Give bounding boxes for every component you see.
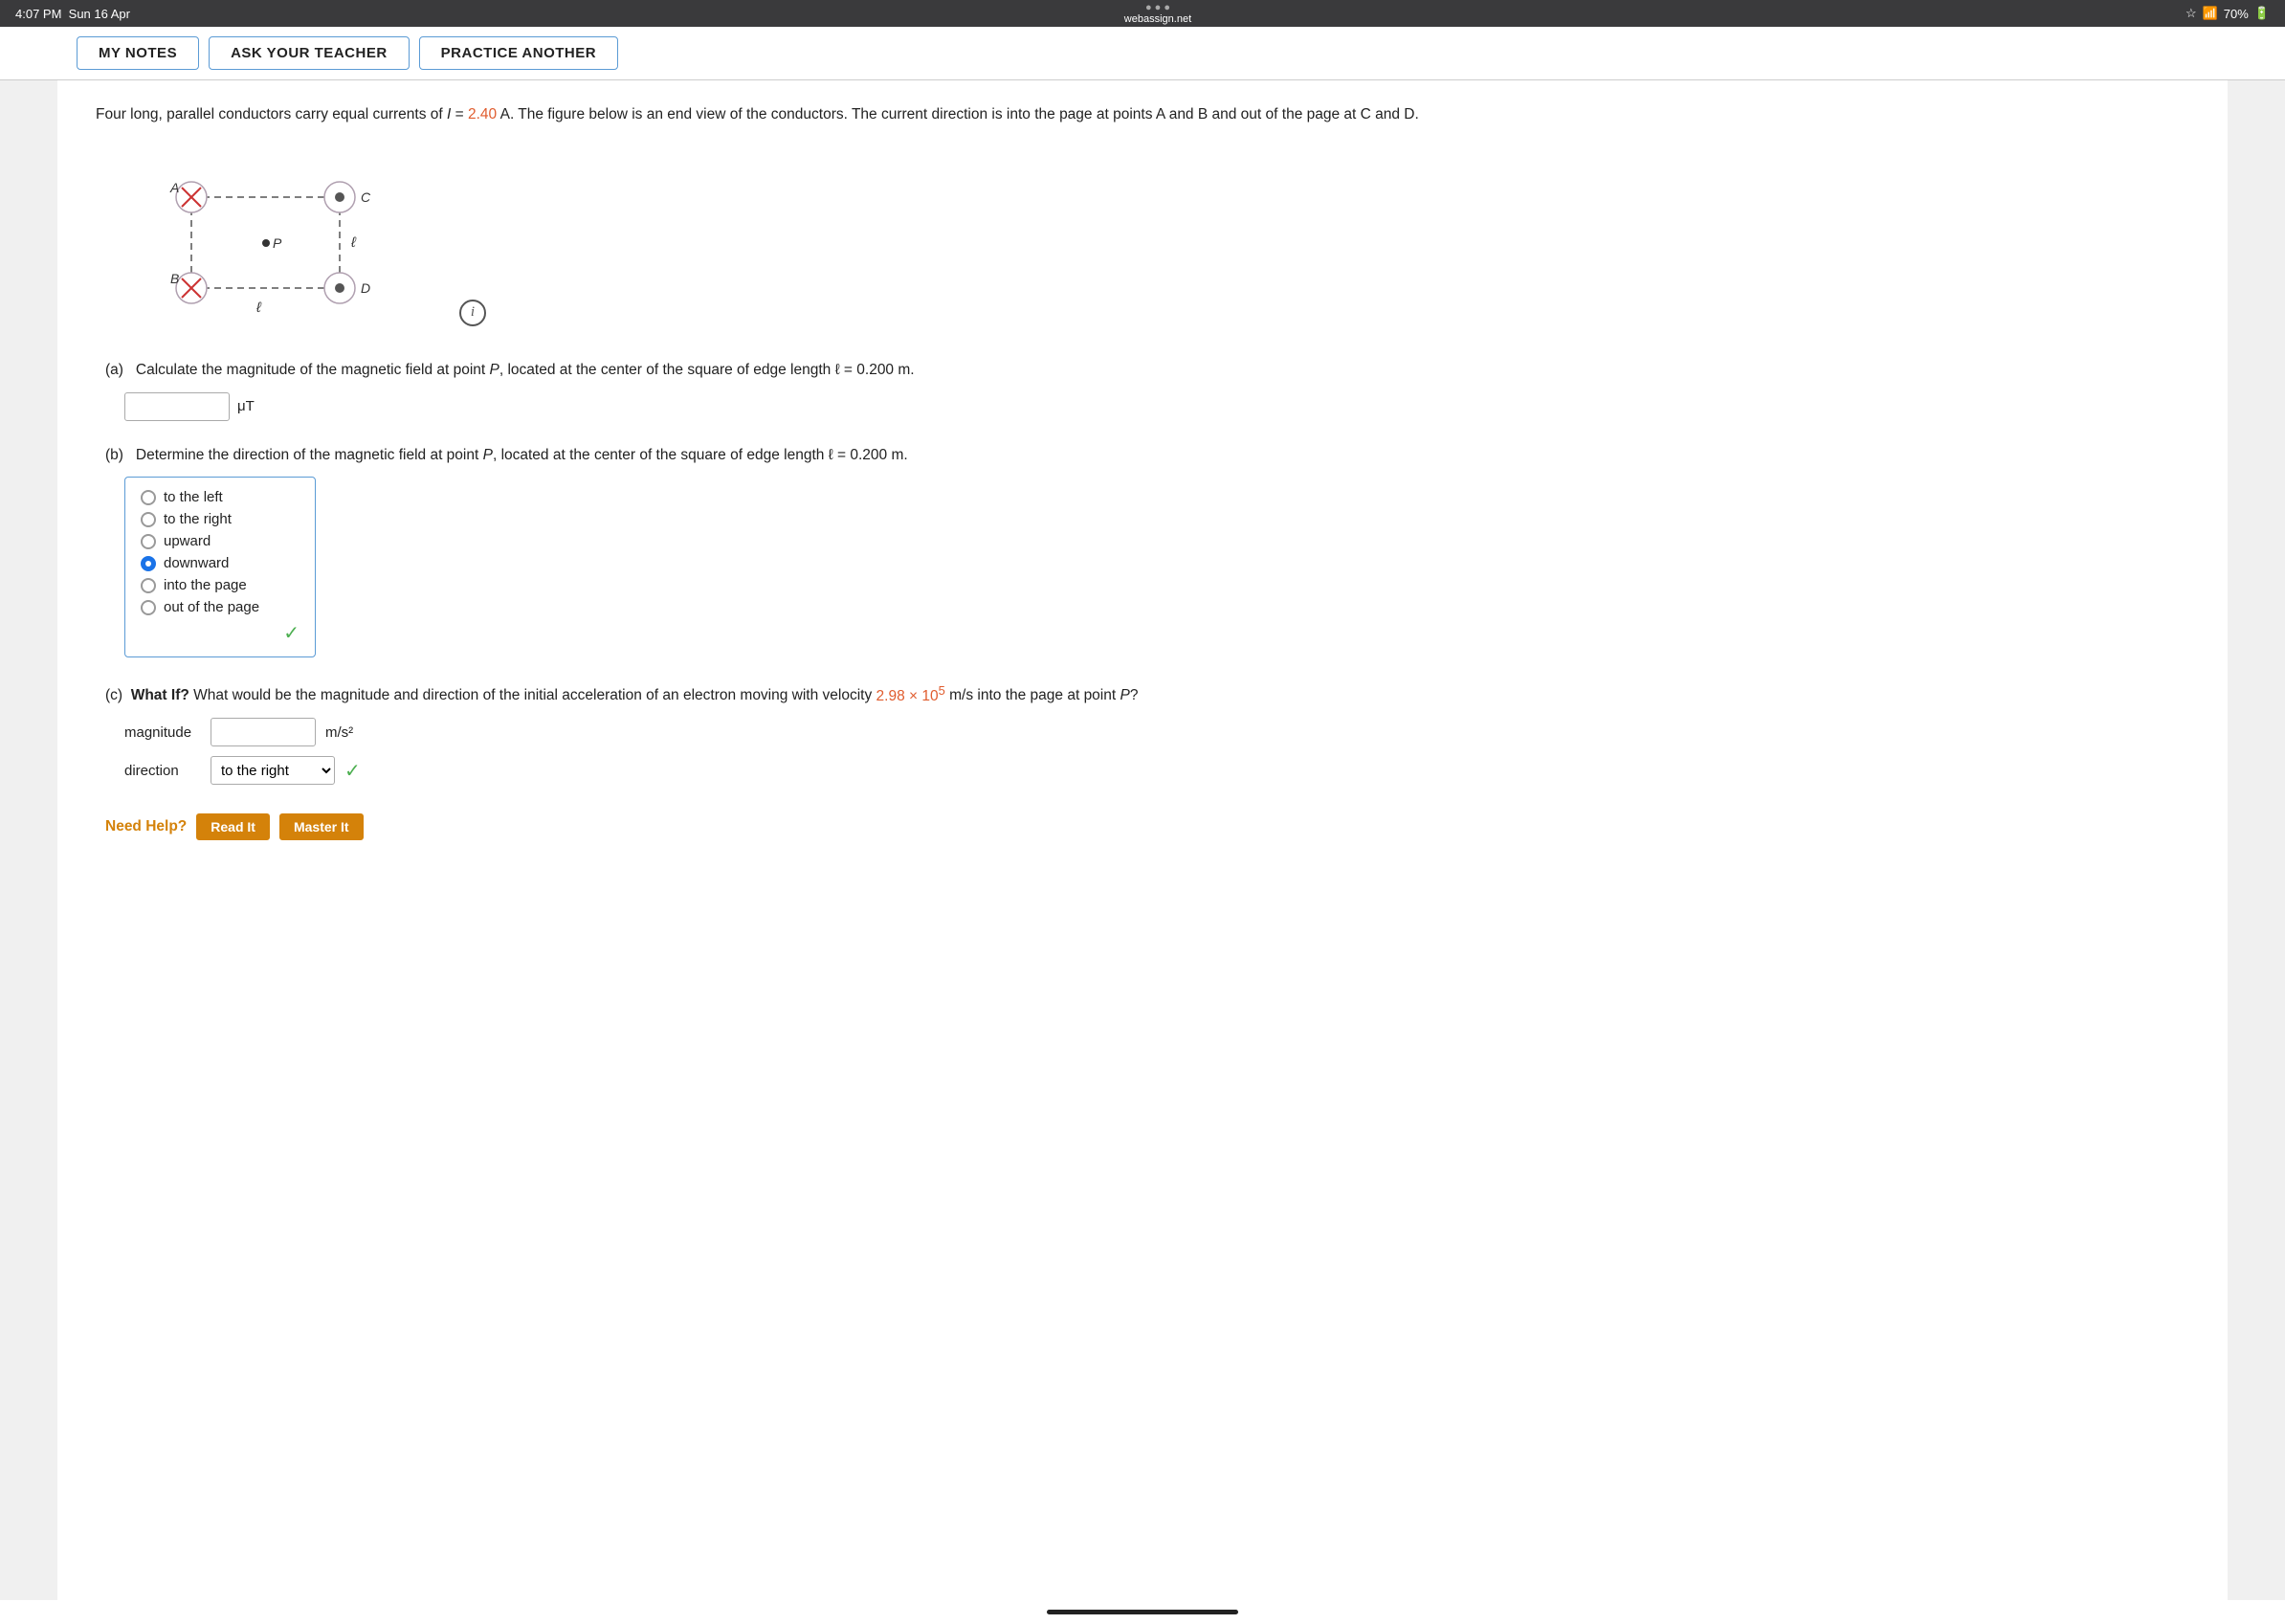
- direction-label: direction: [124, 763, 201, 779]
- physics-diagram: A C B D P ℓ ℓ: [153, 145, 402, 336]
- status-bar: 4:07 PM Sun 16 Apr ● ● ● webassign.net ☆…: [0, 0, 2285, 27]
- read-it-button[interactable]: Read It: [196, 813, 270, 840]
- part-b-check-icon: ✓: [141, 621, 299, 645]
- need-help-row: Need Help? Read It Master It: [105, 813, 2189, 840]
- scroll-indicator: [0, 1600, 2285, 1624]
- magnitude-input[interactable]: [124, 392, 230, 421]
- radio-circle-into-page: [141, 578, 156, 593]
- practice-another-button[interactable]: PRACTICE ANOTHER: [419, 36, 618, 70]
- need-help-label: Need Help?: [105, 818, 187, 835]
- scroll-bar: [1047, 1610, 1238, 1614]
- radio-circle-downward: [141, 556, 156, 571]
- radio-upward[interactable]: upward: [141, 533, 299, 549]
- radio-out-of-page[interactable]: out of the page: [141, 599, 299, 615]
- my-notes-button[interactable]: MY NOTES: [77, 36, 199, 70]
- magnitude-c-input[interactable]: [211, 718, 316, 746]
- svg-text:P: P: [273, 235, 282, 251]
- radio-downward[interactable]: downward: [141, 555, 299, 571]
- status-url: ● ● ● webassign.net: [1124, 2, 1191, 25]
- info-icon[interactable]: i: [459, 300, 486, 326]
- magnitude-row: magnitude m/s²: [124, 718, 2189, 746]
- svg-text:C: C: [361, 189, 371, 205]
- part-a-section: (a) Calculate the magnitude of the magne…: [105, 359, 2189, 421]
- direction-row: direction to the left to the right upwar…: [124, 756, 2189, 785]
- svg-text:B: B: [170, 271, 179, 286]
- problem-statement: Four long, parallel conductors carry equ…: [96, 103, 2189, 127]
- part-a-label: (a) Calculate the magnitude of the magne…: [105, 359, 2189, 383]
- part-c-label: (c) What If? What would be the magnitude…: [105, 680, 2189, 708]
- radio-circle-right: [141, 512, 156, 527]
- radio-circle-out-of-page: [141, 600, 156, 615]
- diagram-container: A C B D P ℓ ℓ i: [153, 145, 2189, 336]
- status-time: 4:07 PM Sun 16 Apr: [15, 7, 130, 21]
- radio-to-the-right[interactable]: to the right: [141, 511, 299, 527]
- svg-text:ℓ: ℓ: [255, 300, 262, 316]
- part-a-input-row: μT: [124, 392, 2189, 421]
- radio-circle-left: [141, 490, 156, 505]
- part-b-section: (b) Determine the direction of the magne…: [105, 444, 2189, 658]
- master-it-button[interactable]: Master It: [279, 813, 364, 840]
- main-content: Four long, parallel conductors carry equ…: [57, 80, 2228, 1600]
- part-b-label: (b) Determine the direction of the magne…: [105, 444, 2189, 468]
- magnitude-c-unit: m/s²: [325, 724, 353, 741]
- part-c-section: (c) What If? What would be the magnitude…: [105, 680, 2189, 785]
- top-nav: MY NOTES ASK YOUR TEACHER PRACTICE ANOTH…: [0, 27, 2285, 80]
- radio-circle-upward: [141, 534, 156, 549]
- svg-text:D: D: [361, 280, 370, 296]
- direction-select[interactable]: to the left to the right upward downward…: [211, 756, 335, 785]
- svg-text:A: A: [169, 180, 179, 195]
- part-c-inputs: magnitude m/s² direction to the left to …: [124, 718, 2189, 785]
- magnitude-label: magnitude: [124, 724, 201, 741]
- status-battery: ☆ 📶 70% 🔋: [2185, 6, 2270, 21]
- ask-teacher-button[interactable]: ASK YOUR TEACHER: [209, 36, 410, 70]
- radio-to-the-left[interactable]: to the left: [141, 489, 299, 505]
- direction-radio-group: to the left to the right upward downward…: [124, 477, 316, 657]
- svg-text:ℓ: ℓ: [350, 234, 357, 251]
- direction-check-icon: ✓: [344, 759, 361, 783]
- magnitude-unit: μT: [237, 398, 255, 414]
- radio-into-page[interactable]: into the page: [141, 577, 299, 593]
